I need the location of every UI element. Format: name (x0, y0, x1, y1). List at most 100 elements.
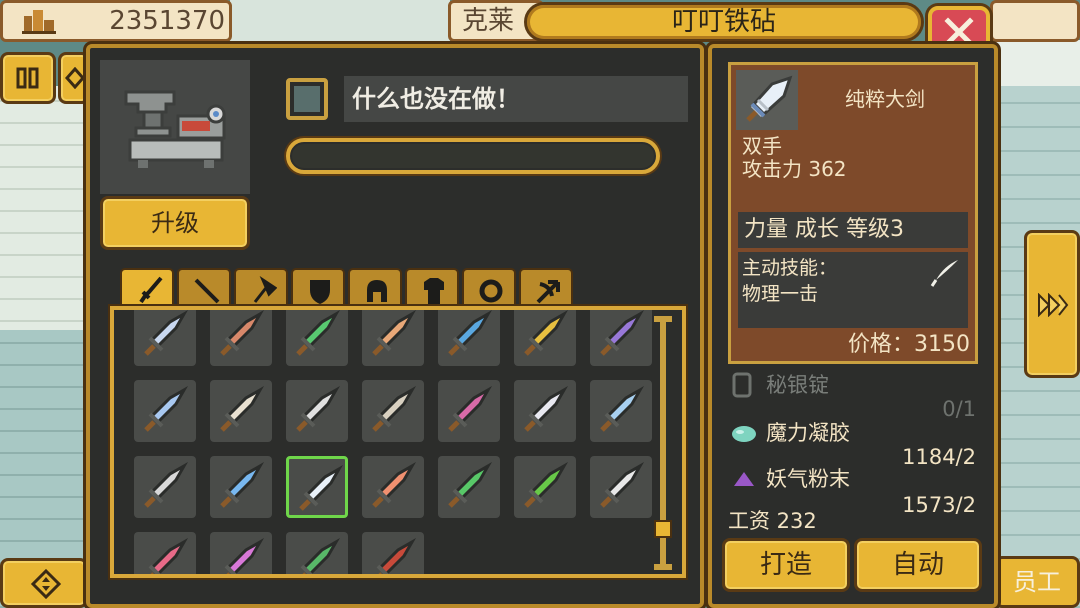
weapon-slot[interactable] (438, 310, 500, 366)
weapon-slot[interactable] (134, 456, 196, 518)
sword-icon (524, 310, 569, 356)
weapon-slot[interactable] (590, 310, 652, 366)
weapon-slot[interactable] (590, 456, 652, 518)
material-count: 1573/2 (902, 493, 976, 517)
skill-name: 物理一击 (742, 283, 819, 305)
auto-checkbox[interactable] (286, 78, 328, 120)
sword-icon (224, 538, 265, 574)
skill-title: 主动技能： (742, 257, 838, 279)
ingot-icon (732, 372, 752, 398)
sword-icon (376, 538, 417, 574)
sword-icon (372, 462, 417, 508)
sword-icon (372, 386, 417, 432)
sword-icon (299, 465, 344, 511)
scrollbar-thumb[interactable] (654, 520, 672, 538)
weapon-slot[interactable] (210, 456, 272, 518)
greatsword-icon (746, 75, 793, 122)
weapon-slot[interactable] (134, 310, 196, 366)
tab-helmet[interactable] (348, 268, 402, 308)
item-growth: 力量 成长 等级3 (738, 212, 968, 248)
weapon-slot[interactable] (362, 456, 424, 518)
spear-icon (194, 278, 220, 304)
fast-forward-icon (1038, 293, 1069, 317)
sword-icon (524, 386, 569, 432)
sword-icon (144, 462, 189, 508)
shield-icon (310, 280, 330, 304)
weapon-slot[interactable] (210, 310, 272, 366)
weapon-slot[interactable] (286, 380, 348, 442)
weapon-slot[interactable] (514, 380, 576, 442)
weapon-slot[interactable] (438, 380, 500, 442)
tab-spear[interactable] (177, 268, 231, 308)
weapon-slot[interactable] (362, 310, 424, 366)
wall-top-right (995, 40, 1080, 86)
material-icon (730, 372, 758, 398)
building-icon (22, 10, 56, 34)
forge-status: 什么也没在做！ (344, 76, 688, 122)
tab-bow[interactable] (519, 268, 573, 308)
sword-icon (448, 462, 493, 508)
weapon-slot[interactable] (210, 380, 272, 442)
forge-progress-track (292, 144, 654, 168)
weapon-slot[interactable] (590, 380, 652, 442)
sword-icon (139, 276, 163, 304)
weapon-slot[interactable] (514, 310, 576, 366)
tab-ring[interactable] (462, 268, 516, 308)
weapon-grid (110, 306, 686, 578)
scrollbar-top (654, 316, 672, 322)
helmet-icon (367, 280, 387, 302)
item-attack: 攻击力 362 (742, 157, 847, 181)
sword-icon (148, 538, 189, 574)
coin-amount: 2351370 (109, 6, 225, 36)
forge-button[interactable]: 打造 (722, 538, 850, 592)
weapon-slot[interactable] (134, 532, 196, 574)
tab-axe[interactable] (234, 268, 288, 308)
auto-button[interactable]: 自动 (854, 538, 982, 592)
axe-icon (253, 276, 277, 303)
sword-icon (220, 386, 265, 432)
tab-sword[interactable] (120, 268, 174, 308)
scrollbar-bottom (654, 564, 672, 570)
weapon-slot[interactable] (134, 380, 196, 442)
weapon-slot[interactable] (514, 456, 576, 518)
sword-icon (144, 310, 189, 356)
sword-icon (448, 310, 493, 356)
close-icon (944, 17, 974, 47)
weapon-slot[interactable] (286, 310, 348, 366)
weapon-slot[interactable] (286, 532, 348, 574)
staff-label: 员工 (1013, 568, 1061, 596)
wall-top (230, 0, 450, 44)
sword-icon (220, 462, 265, 508)
material-icon (730, 466, 758, 492)
weapon-slot[interactable] (286, 456, 348, 518)
weapon-slot[interactable] (362, 532, 424, 574)
sword-icon (296, 310, 341, 356)
sword-icon (600, 310, 645, 356)
weapon-slot[interactable] (210, 532, 272, 574)
gel-icon (732, 426, 756, 442)
weapon-slot[interactable] (362, 380, 424, 442)
powder-icon (734, 472, 754, 486)
upgrade-button[interactable]: 升级 (100, 196, 250, 250)
ring-icon (479, 279, 503, 303)
slash-icon (930, 260, 958, 287)
bow-icon (536, 280, 560, 304)
sword-icon (524, 462, 569, 508)
next-page-button[interactable] (1024, 230, 1080, 378)
weapon-slot[interactable] (438, 456, 500, 518)
tab-shield[interactable] (291, 268, 345, 308)
tab-armor[interactable] (405, 268, 459, 308)
move-button[interactable] (0, 558, 88, 608)
wage: 工资 232 (728, 509, 817, 533)
top-right-box (990, 0, 1080, 42)
sword-icon (144, 386, 189, 432)
sword-icon (296, 386, 341, 432)
sword-icon (220, 310, 265, 356)
item-name: 纯粹大剑 (845, 87, 925, 111)
item-price: 价格：3150 (848, 332, 970, 357)
armor-icon (424, 278, 444, 304)
pause-button[interactable] (0, 52, 56, 104)
item-hand-type: 双手 (742, 134, 782, 158)
anvil-preview (100, 60, 250, 194)
sword-icon (600, 386, 645, 432)
